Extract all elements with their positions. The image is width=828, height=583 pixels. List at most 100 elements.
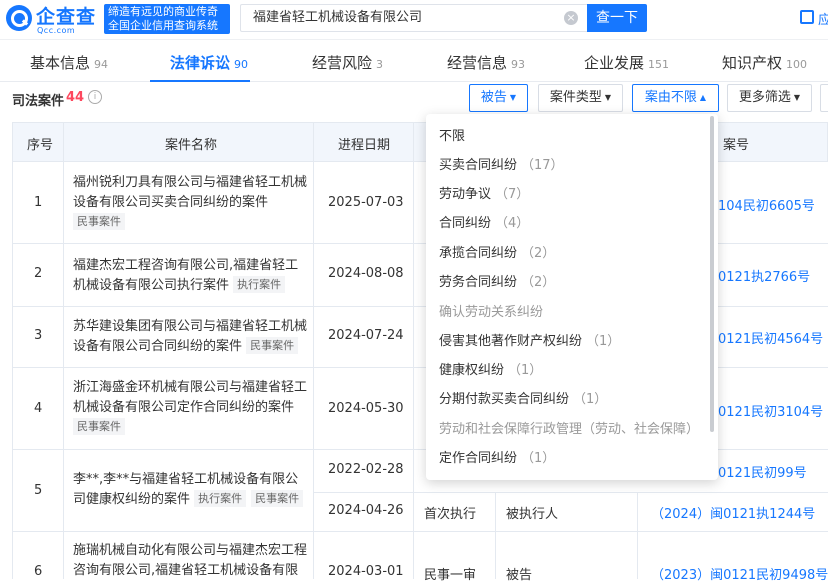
case-number-link[interactable]: 0121执2766号 (718, 266, 810, 285)
case-reason-dropdown: 不限 买卖合同纠纷 （17） 劳动争议 （7） 合同纠纷 （4） 承揽合同纠纷 （2） … (426, 114, 718, 480)
filter-extra[interactable] (820, 84, 828, 112)
option-count: （1） (508, 363, 543, 378)
dropdown-option[interactable]: 定作合同纠纷 （1） (439, 447, 555, 466)
logo-icon[interactable] (6, 5, 32, 31)
search-input[interactable]: 福建省轻工机械设备有限公司 (240, 4, 588, 32)
app-icon[interactable] (800, 10, 814, 24)
case-tag: 民事案件 (73, 213, 125, 230)
dropdown-option-disabled: 确认劳动关系纠纷 (439, 301, 543, 320)
tab-bar: 基本信息 94 法律诉讼 90 经营风险 3 经营信息 93 企业发展 151 知识产权 1… (0, 42, 828, 82)
tab-operation-info[interactable]: 经营信息 93 (447, 52, 525, 73)
dropdown-option[interactable]: 合同纠纷 （4） (439, 212, 529, 231)
filter-label: 被告 (480, 90, 507, 105)
filter-label: 案件类型 (549, 90, 602, 105)
clear-icon[interactable]: × (564, 11, 578, 25)
tab-count: 3 (376, 58, 384, 71)
filter-case-reason[interactable]: 案由不限 ▲ (632, 84, 719, 112)
table-divider (313, 122, 314, 579)
tab-label: 知识产权 (722, 54, 783, 72)
progress-date: 2024-03-01 (328, 564, 404, 579)
filter-label: 案由不限 (644, 90, 697, 105)
dropdown-option[interactable]: 分期付款买卖合同纠纷 （1） (439, 388, 607, 407)
table-border (12, 162, 13, 579)
tab-label: 企业发展 (584, 54, 645, 72)
case-number-link[interactable]: （2024）闽0121执1244号 (651, 503, 815, 522)
progress-date: 2024-04-26 (328, 503, 404, 518)
party-role: 被告 (506, 568, 533, 583)
case-name[interactable]: 李**,李**与福建省轻工机械设备有限公司健康权纠纷的案件 执行案件 民事案件 (73, 470, 311, 510)
tab-business-risk[interactable]: 经营风险 3 (312, 52, 383, 73)
dropdown-option[interactable]: 买卖合同纠纷 （17） (439, 154, 564, 173)
case-tag: 执行案件 (194, 490, 247, 507)
case-name[interactable]: 施瑞机械自动化有限公司与福建杰宏工程咨询有限公司,福建省轻工机械设备有限 (73, 541, 311, 581)
case-stage: 首次执行 (424, 507, 477, 522)
row-index: 5 (34, 483, 43, 498)
option-count: （4） (495, 216, 530, 231)
dropdown-option[interactable]: 承揽合同纠纷 （2） (439, 242, 555, 261)
tab-label: 基本信息 (30, 54, 91, 72)
dropdown-option[interactable]: 健康权纠纷 （1） (439, 359, 542, 378)
info-icon[interactable]: i (88, 90, 102, 104)
party-role: 被执行人 (506, 507, 559, 522)
option-label: 劳动和社会保障行政管理（劳动、社会保障） (439, 422, 700, 437)
option-label: 买卖合同纠纷 (439, 158, 518, 173)
filter-more[interactable]: 更多筛选 ▼ (727, 84, 812, 112)
table-divider (413, 122, 414, 579)
dropdown-option[interactable]: 侵害其他著作财产权纠纷 （1） (439, 330, 620, 349)
option-count: （2） (521, 246, 556, 261)
header-index: 序号 (27, 138, 54, 153)
caret-down-icon: ▼ (509, 93, 517, 102)
case-number-link[interactable]: 104民初6605号 (718, 195, 815, 214)
case-name[interactable]: 浙江海盛金环机械有限公司与福建省轻工机械设备有限公司定作合同纠纷的案件 民事案件 (73, 378, 311, 438)
filter-case-type[interactable]: 案件类型 ▼ (538, 84, 623, 112)
active-tab-indicator (150, 80, 250, 82)
progress-date: 2025-07-03 (328, 195, 404, 210)
dropdown-option[interactable]: 劳务合同纠纷 （2） (439, 271, 555, 290)
case-tag: 执行案件 (233, 276, 286, 293)
row-divider (12, 531, 828, 532)
row-index: 6 (34, 564, 43, 579)
table-divider (63, 122, 64, 579)
option-count: （2） (521, 275, 556, 290)
case-name-text: 施瑞机械自动化有限公司与福建杰宏工程咨询有限公司,福建省轻工机械设备有限 (73, 543, 308, 578)
logo-subtext: Qcc.com (37, 26, 76, 35)
case-name[interactable]: 福建杰宏工程咨询有限公司,福建省轻工机械设备有限公司执行案件 执行案件 (73, 256, 311, 296)
dropdown-scrollbar[interactable] (710, 116, 714, 432)
case-number-link[interactable]: 0121民初99号 (718, 462, 807, 481)
tab-basic-info[interactable]: 基本信息 94 (30, 52, 108, 73)
tab-label: 经营信息 (447, 54, 508, 72)
case-name-text: 福州锐利刀具有限公司与福建省轻工机械设备有限公司买卖合同纠纷的案件 (73, 175, 308, 210)
progress-date: 2022-02-28 (328, 462, 404, 477)
row-index: 1 (34, 195, 43, 210)
progress-date: 2024-08-08 (328, 266, 404, 281)
case-tag: 民事案件 (246, 337, 299, 354)
row-index: 2 (34, 266, 43, 281)
case-name[interactable]: 苏华建设集团有限公司与福建省轻工机械设备有限公司合同纠纷的案件 民事案件 (73, 317, 311, 357)
case-name[interactable]: 福州锐利刀具有限公司与福建省轻工机械设备有限公司买卖合同纠纷的案件 民事案件 (73, 173, 311, 233)
tab-legal[interactable]: 法律诉讼 90 (170, 52, 248, 73)
case-number-link[interactable]: 0121民初4564号 (718, 328, 823, 347)
caret-down-icon: ▼ (604, 93, 612, 102)
header-date: 进程日期 (338, 138, 391, 153)
tab-ip[interactable]: 知识产权 100 (722, 52, 807, 73)
dropdown-option-disabled: 劳动和社会保障行政管理（劳动、社会保障） (439, 418, 699, 437)
search-button[interactable]: 查一下 (587, 4, 647, 32)
case-number-link[interactable]: 0121民初3104号 (718, 401, 823, 420)
row-index: 3 (34, 328, 43, 343)
app-label[interactable]: 应 (818, 9, 828, 28)
tab-count: 93 (511, 58, 526, 71)
dropdown-option[interactable]: 不限 (439, 125, 465, 144)
option-count: （1） (586, 334, 621, 349)
option-label: 劳务合同纠纷 (439, 275, 518, 290)
logo-text[interactable]: 企查查 (36, 2, 96, 29)
tab-development[interactable]: 企业发展 151 (584, 52, 669, 73)
table-divider (637, 492, 638, 579)
dropdown-option[interactable]: 劳动争议 （7） (439, 183, 529, 202)
filter-label: 更多筛选 (738, 90, 791, 105)
slogan-line: 全国企业信用查询系统 (108, 19, 218, 32)
option-label: 定作合同纠纷 (439, 451, 518, 466)
filter-defendant[interactable]: 被告 ▼ (469, 84, 528, 112)
progress-date: 2024-05-30 (328, 401, 404, 416)
case-name-text: 浙江海盛金环机械有限公司与福建省轻工机械设备有限公司定作合同纠纷的案件 (73, 380, 308, 415)
case-number-link[interactable]: （2023）闽0121民初9498号 (651, 564, 828, 583)
